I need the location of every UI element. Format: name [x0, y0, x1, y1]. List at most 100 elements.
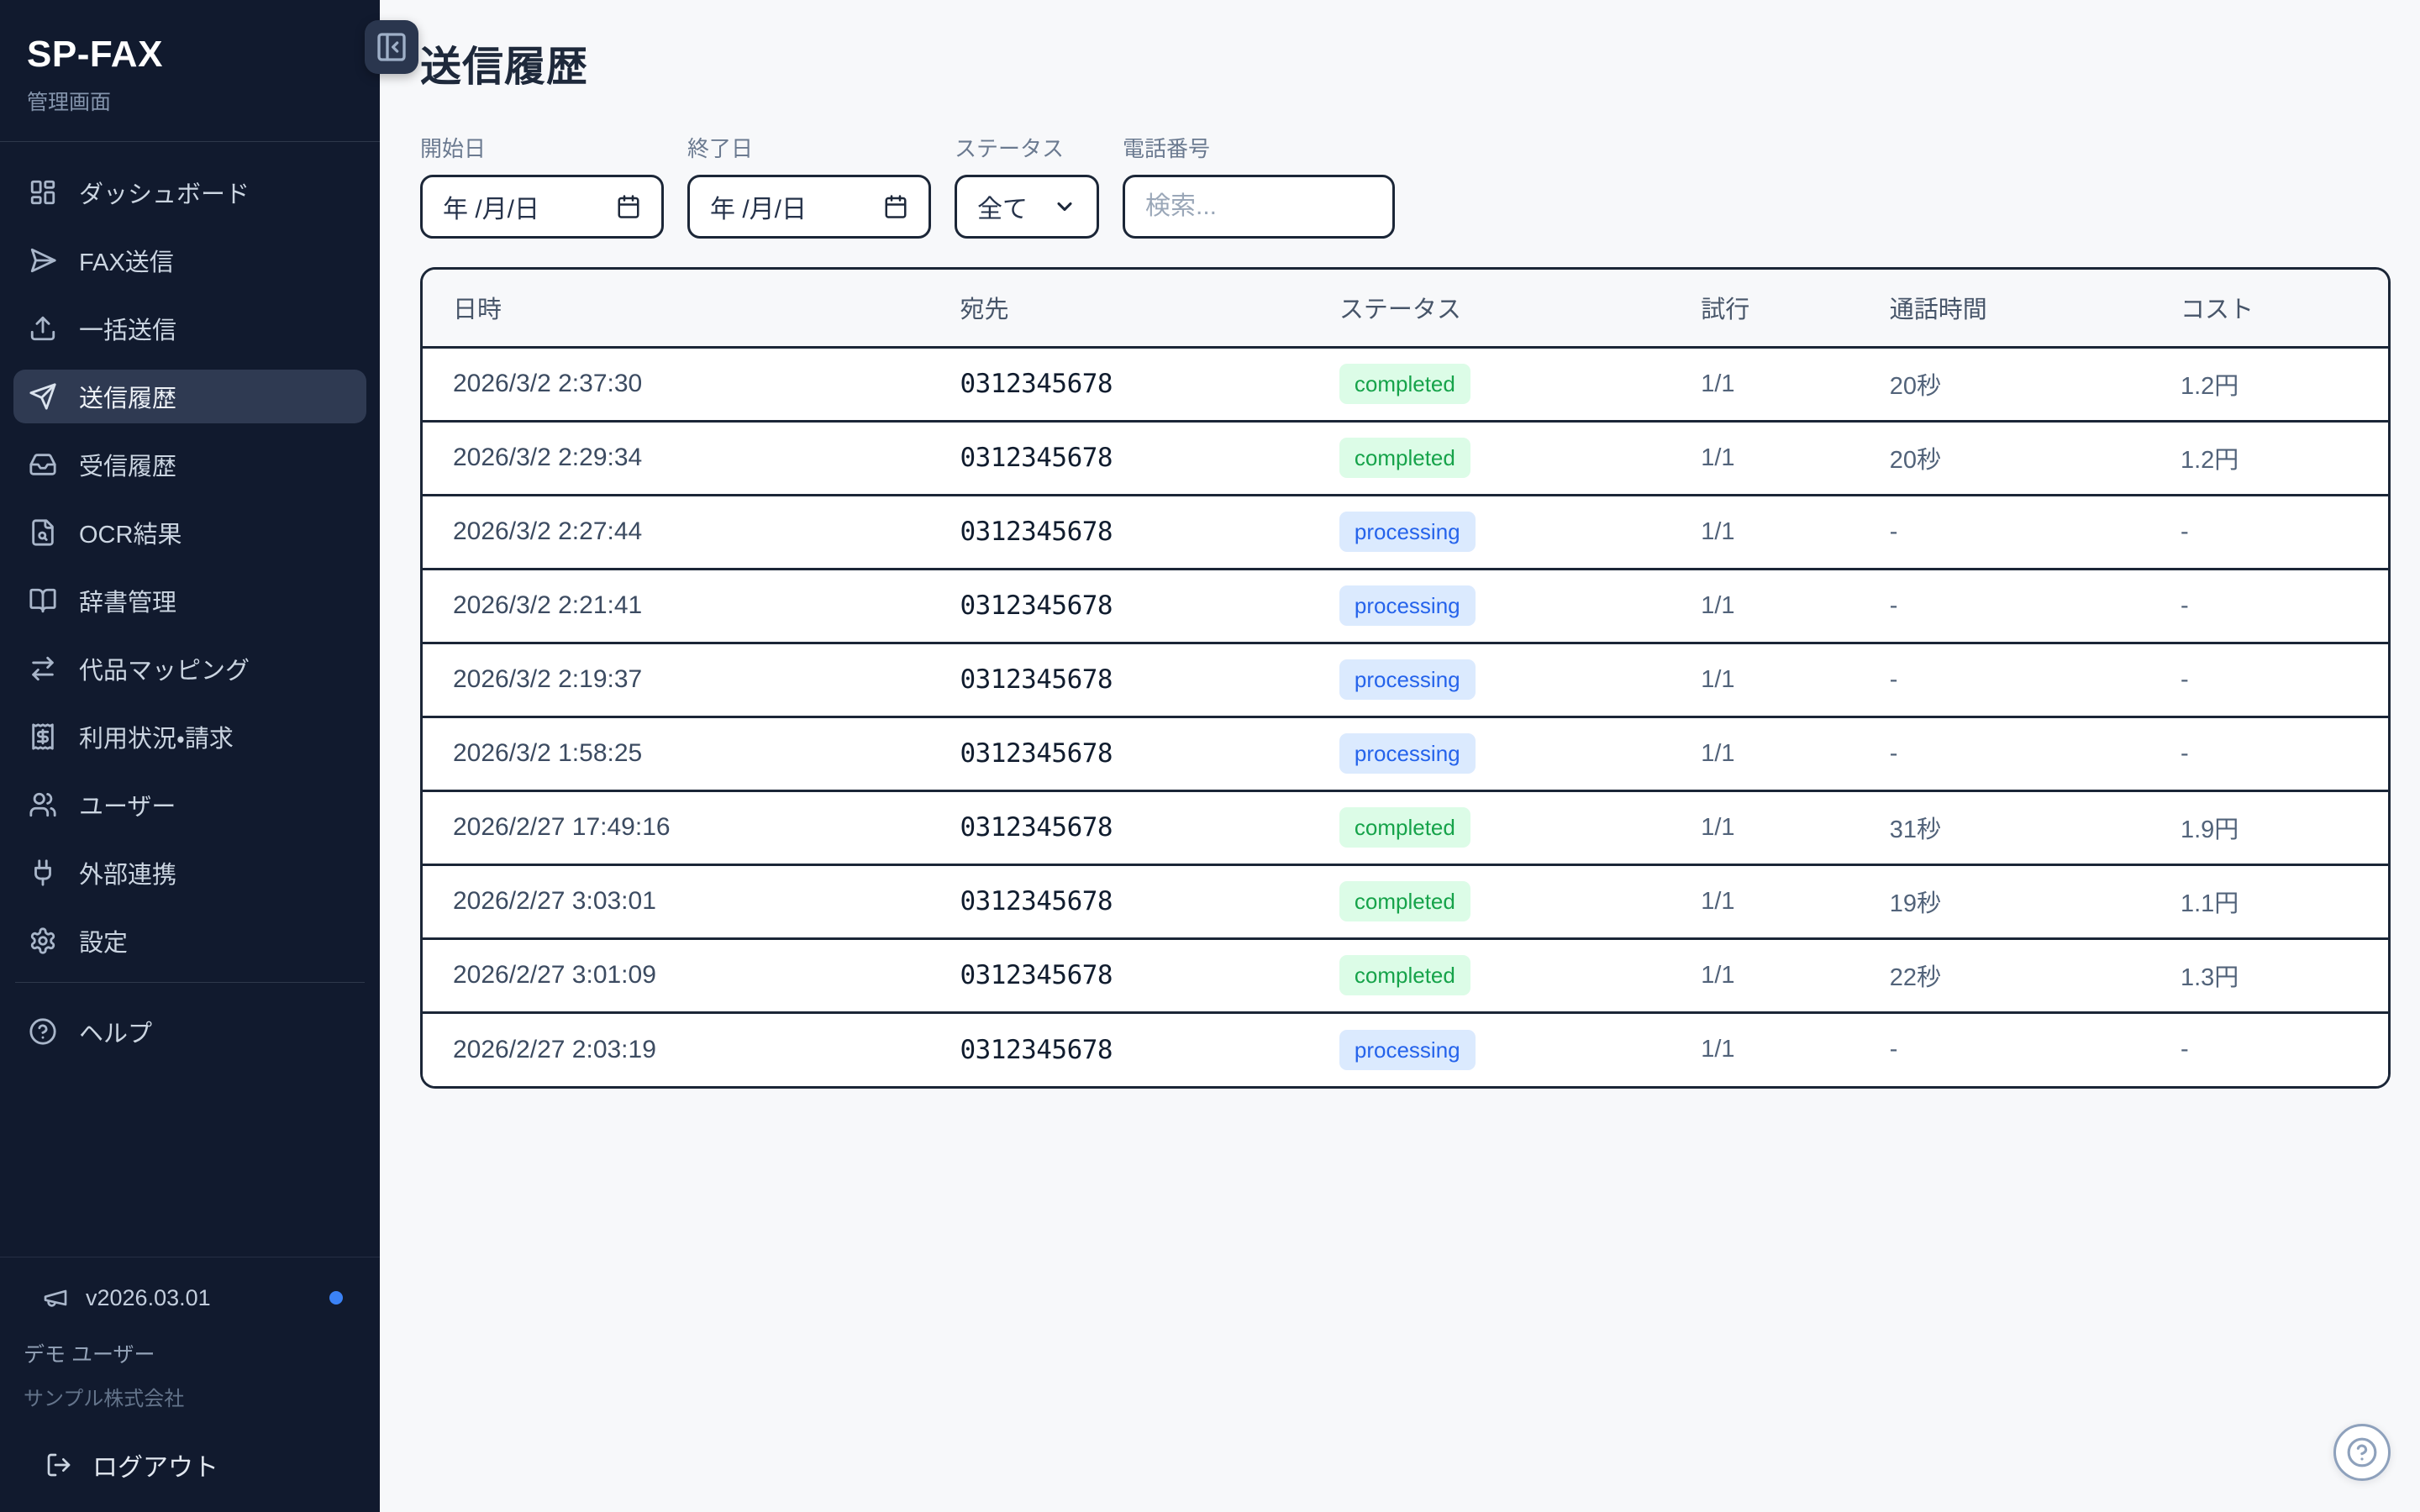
cell-datetime: 2026/3/2 2:19:37 [423, 643, 929, 717]
sidebar-collapse-button[interactable] [365, 20, 418, 74]
sidebar-item-label: OCR結果 [79, 515, 182, 550]
cell-duration: 22秒 [1860, 938, 2150, 1012]
help-circle-icon [2346, 1436, 2378, 1468]
sidebar-item-label: 受信履歴 [79, 447, 176, 482]
cell-duration: - [1860, 495, 2150, 569]
app-name: SP-FAX [27, 34, 353, 76]
help-fab-button[interactable] [2333, 1424, 2391, 1481]
cell-duration: 31秒 [1860, 790, 2150, 864]
end-date-group: 終了日 年 /月/日 [687, 132, 931, 239]
end-date-value: 年 /月/日 [710, 188, 807, 225]
sidebar-item-5[interactable]: OCR結果 [13, 506, 366, 559]
cell-duration: 19秒 [1860, 864, 2150, 938]
cell-destination: 0312345678 [929, 643, 1308, 717]
start-date-label: 開始日 [420, 132, 664, 163]
dictionary-book-icon [29, 586, 57, 615]
table-row[interactable]: 2026/2/27 3:01:09 0312345678 completed 1… [423, 938, 2388, 1012]
panel-left-close-icon [375, 30, 408, 64]
sidebar-item-8[interactable]: 利用状況・請求 [13, 710, 366, 764]
cell-attempts: 1/1 [1670, 495, 1860, 569]
col-status: ステータス [1309, 270, 1670, 347]
cell-status: completed [1309, 347, 1670, 421]
cell-attempts: 1/1 [1670, 938, 1860, 1012]
end-date-label: 終了日 [687, 132, 931, 163]
sidebar-item-label: ユーザー [79, 787, 176, 822]
cell-status: completed [1309, 864, 1670, 938]
cell-cost: 1.2円 [2150, 421, 2388, 495]
history-table-card: 日時 宛先 ステータス 試行 通話時間 コスト 2026/3/2 2:37:30… [420, 267, 2391, 1089]
sidebar-item-label: 一括送信 [79, 311, 176, 346]
inbox-icon [29, 450, 57, 479]
sidebar-item-label: 外部連携 [79, 855, 176, 890]
cell-destination: 0312345678 [929, 717, 1308, 790]
cell-cost: - [2150, 643, 2388, 717]
version-row[interactable]: v2026.03.01 [24, 1284, 356, 1311]
table-row[interactable]: 2026/3/2 2:27:44 0312345678 processing 1… [423, 495, 2388, 569]
status-badge: completed [1339, 807, 1470, 848]
cell-datetime: 2026/3/2 2:37:30 [423, 347, 929, 421]
status-badge: completed [1339, 881, 1470, 922]
sidebar-item-11[interactable]: 設定 [13, 914, 366, 968]
ocr-file-search-icon [29, 518, 57, 547]
version-label: v2026.03.01 [86, 1285, 211, 1311]
cell-destination: 0312345678 [929, 569, 1308, 643]
cell-cost: - [2150, 717, 2388, 790]
table-row[interactable]: 2026/2/27 3:03:01 0312345678 completed 1… [423, 864, 2388, 938]
cell-datetime: 2026/2/27 3:01:09 [423, 938, 929, 1012]
brand: SP-FAX 管理画面 [0, 0, 380, 141]
status-badge: processing [1339, 659, 1476, 701]
logout-button[interactable]: ログアウト [24, 1446, 356, 1483]
sidebar-item-3[interactable]: 送信履歴 [13, 370, 366, 423]
sidebar-item-0[interactable]: ダッシュボード [13, 165, 366, 219]
table-row[interactable]: 2026/2/27 2:03:19 0312345678 processing … [423, 1012, 2388, 1086]
cell-status: processing [1309, 717, 1670, 790]
sidebar-item-4[interactable]: 受信履歴 [13, 438, 366, 491]
table-row[interactable]: 2026/3/2 1:58:25 0312345678 processing 1… [423, 717, 2388, 790]
sidebar-item-2[interactable]: 一括送信 [13, 302, 366, 355]
cell-status: processing [1309, 643, 1670, 717]
start-date-group: 開始日 年 /月/日 [420, 132, 664, 239]
cell-destination: 0312345678 [929, 421, 1308, 495]
sidebar-item-7[interactable]: 代品マッピング [13, 642, 366, 696]
cell-destination: 0312345678 [929, 938, 1308, 1012]
table-body: 2026/3/2 2:37:30 0312345678 completed 1/… [423, 347, 2388, 1086]
cell-status: processing [1309, 569, 1670, 643]
settings-gear-icon [29, 927, 57, 955]
cell-duration: - [1860, 1012, 2150, 1086]
cell-cost: - [2150, 569, 2388, 643]
sidebar-item-9[interactable]: ユーザー [13, 778, 366, 832]
cell-datetime: 2026/2/27 3:03:01 [423, 864, 929, 938]
phone-search-input[interactable] [1123, 175, 1395, 239]
sidebar-item-label: 送信履歴 [79, 379, 176, 414]
phone-filter-group: 電話番号 [1123, 132, 1395, 239]
history-table: 日時 宛先 ステータス 試行 通話時間 コスト 2026/3/2 2:37:30… [423, 270, 2388, 1086]
status-badge: processing [1339, 1030, 1476, 1071]
sidebar-item-label: 辞書管理 [79, 583, 176, 618]
cell-attempts: 1/1 [1670, 347, 1860, 421]
start-date-input[interactable]: 年 /月/日 [420, 175, 664, 239]
cell-duration: - [1860, 569, 2150, 643]
calendar-icon [616, 194, 641, 219]
sidebar-item-6[interactable]: 辞書管理 [13, 574, 366, 627]
table-row[interactable]: 2026/2/27 17:49:16 0312345678 completed … [423, 790, 2388, 864]
col-duration: 通話時間 [1860, 270, 2150, 347]
end-date-input[interactable]: 年 /月/日 [687, 175, 931, 239]
sidebar-item-1[interactable]: FAX送信 [13, 234, 366, 287]
cell-datetime: 2026/3/2 2:21:41 [423, 569, 929, 643]
cell-status: completed [1309, 421, 1670, 495]
sidebar-item-label: 設定 [79, 923, 128, 958]
cell-datetime: 2026/3/2 2:29:34 [423, 421, 929, 495]
cell-destination: 0312345678 [929, 790, 1308, 864]
megaphone-icon [42, 1284, 69, 1311]
table-row[interactable]: 2026/3/2 2:19:37 0312345678 processing 1… [423, 643, 2388, 717]
table-row[interactable]: 2026/3/2 2:37:30 0312345678 completed 1/… [423, 347, 2388, 421]
company-name: サンプル株式会社 [24, 1382, 356, 1411]
sidebar-footer: v2026.03.01 デモ ユーザー サンプル株式会社 ログアウト [0, 1257, 380, 1512]
status-select[interactable]: 全て [955, 175, 1099, 239]
sidebar-item-label: 代品マッピング [79, 651, 250, 686]
sidebar-item-10[interactable]: 外部連携 [13, 846, 366, 900]
sidebar-item-help[interactable]: ヘルプ [13, 1005, 366, 1058]
table-row[interactable]: 2026/3/2 2:21:41 0312345678 processing 1… [423, 569, 2388, 643]
table-row[interactable]: 2026/3/2 2:29:34 0312345678 completed 1/… [423, 421, 2388, 495]
status-badge: processing [1339, 512, 1476, 553]
